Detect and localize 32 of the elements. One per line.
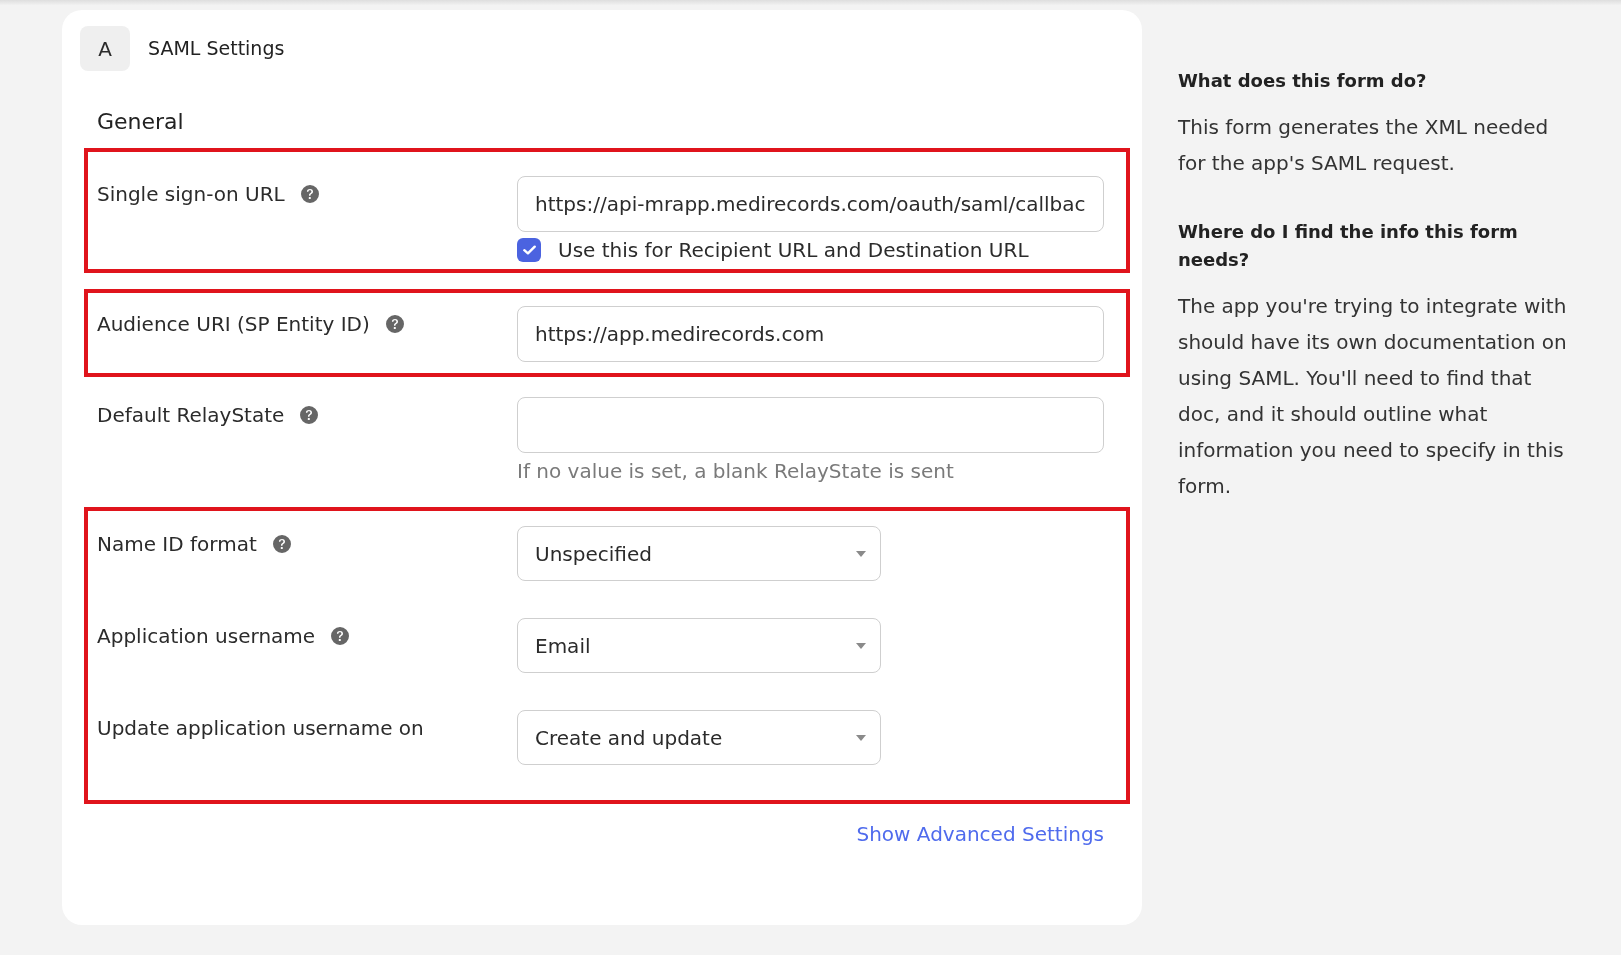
section-heading: General	[97, 108, 184, 136]
caret-icon	[856, 734, 866, 741]
field-hint: If no value is set, a blank RelayState is sent	[517, 459, 955, 483]
caret-icon	[856, 550, 866, 557]
caret-icon	[856, 642, 866, 649]
help-icon[interactable]	[300, 185, 319, 203]
text-input[interactable]: https://app.medirecords.com	[517, 306, 1104, 362]
help-text: This form generates the XML needed for the app's SAML request.	[1178, 114, 1550, 177]
checkbox[interactable]	[517, 238, 541, 262]
field-label: Audience URI (SP Entity ID)	[97, 312, 370, 336]
field-label: Update application username on	[97, 716, 424, 740]
help-icon[interactable]	[385, 315, 404, 333]
text-input[interactable]	[517, 397, 1104, 453]
field-label: Application username	[97, 624, 316, 648]
dropdown-select[interactable]: Create and update	[517, 710, 881, 765]
help-icon[interactable]	[272, 535, 291, 553]
help-heading: What does this form do?	[1178, 69, 1428, 93]
advanced-settings-link[interactable]: Show Advanced Settings	[856, 822, 1104, 846]
dropdown-select[interactable]: Email	[517, 618, 881, 673]
letter-tile: A	[80, 26, 130, 71]
help-text: The app you're trying to integrate with should have its own documentation on using SAML. You'll need to find that doc, and it should outline what information you need to specify in this form.	[1178, 293, 1568, 500]
field-label: Default RelayState	[97, 403, 285, 427]
help-heading: Where do I find the info this form needs?	[1178, 220, 1519, 272]
text-input[interactable]: https://api-mrapp.medirecords.com/oauth/saml/callbac	[517, 176, 1104, 232]
help-icon[interactable]	[331, 627, 350, 645]
check-icon	[522, 245, 536, 255]
checkbox-label[interactable]: Use this for Recipient URL and Destination URL	[558, 238, 1029, 262]
field-label: Single sign-on URL	[97, 182, 285, 206]
field-label: Name ID format	[97, 532, 257, 556]
page-title: SAML Settings	[148, 36, 285, 62]
dropdown-select[interactable]: Unspecified	[517, 526, 881, 581]
help-icon[interactable]	[300, 406, 319, 424]
